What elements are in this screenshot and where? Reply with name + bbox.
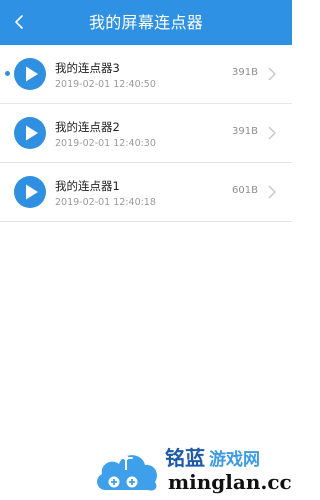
list-item[interactable]: 我的连点器3 2019-02-01 12:40:50 391B — [0, 45, 292, 104]
watermark: 铭蓝 游戏网 minglan.cc — [92, 440, 292, 500]
recording-size: 391B — [232, 67, 258, 78]
recording-name: 我的连点器1 — [55, 179, 120, 193]
recording-time: 2019-02-01 12:40:30 — [55, 138, 156, 149]
watermark-brand-main: 铭蓝 — [165, 446, 205, 470]
watermark-brand-sub: 游戏网 — [209, 450, 260, 470]
app-header: 我的屏幕连点器 — [0, 0, 292, 45]
play-circle-icon[interactable] — [14, 176, 46, 208]
recording-size: 601B — [232, 185, 258, 196]
recording-name: 我的连点器3 — [55, 61, 120, 75]
recording-time: 2019-02-01 12:40:50 — [55, 79, 156, 90]
recording-size: 391B — [232, 126, 258, 137]
watermark-domain: minglan.cc — [168, 470, 292, 494]
unread-dot — [5, 71, 10, 76]
cloud-gamepad-logo-icon — [97, 455, 157, 491]
chevron-right-icon — [268, 126, 276, 140]
recording-list: 我的连点器3 2019-02-01 12:40:50 391B 我的连点器2 2… — [0, 45, 292, 222]
recording-time: 2019-02-01 12:40:18 — [55, 197, 156, 208]
list-item[interactable]: 我的连点器1 2019-02-01 12:40:18 601B — [0, 163, 292, 222]
play-circle-icon[interactable] — [14, 58, 46, 90]
chevron-right-icon — [268, 185, 276, 199]
chevron-right-icon — [268, 67, 276, 81]
watermark-brand: 铭蓝 游戏网 — [165, 442, 260, 471]
page-title: 我的屏幕连点器 — [88, 13, 204, 32]
play-circle-icon[interactable] — [14, 117, 46, 149]
list-item[interactable]: 我的连点器2 2019-02-01 12:40:30 391B — [0, 104, 292, 163]
recording-name: 我的连点器2 — [55, 120, 120, 134]
